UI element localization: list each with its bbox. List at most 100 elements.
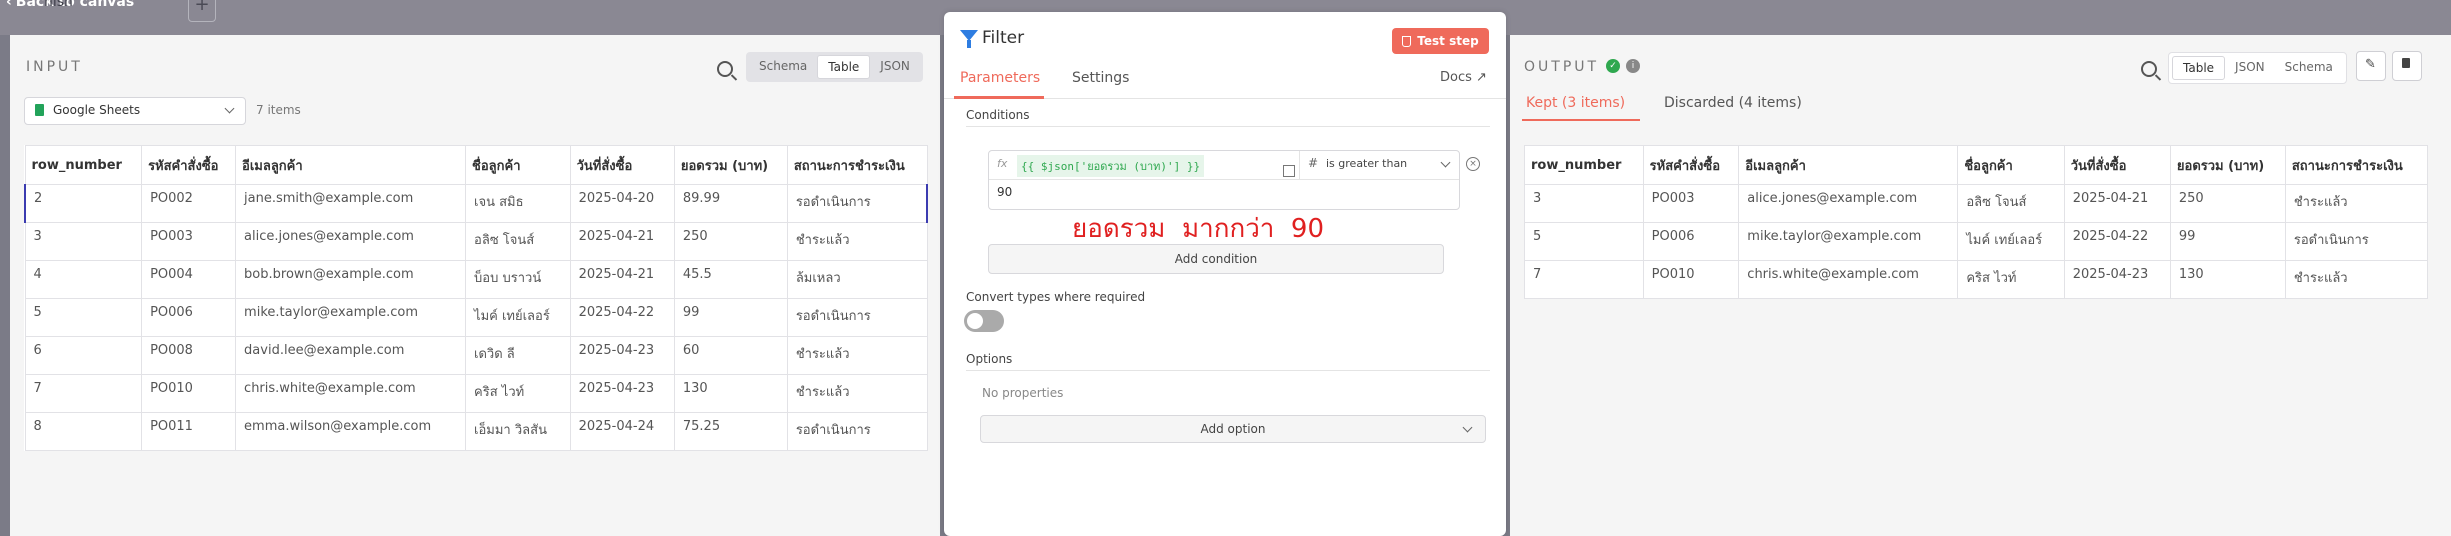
column-header[interactable]: ยอดรวม (บาท) [673, 145, 788, 185]
table-cell: บ็อบ บราวน์ [465, 260, 571, 299]
table-cell: รอดำเนินการ [2284, 222, 2429, 261]
view-json-button[interactable]: JSON [870, 55, 920, 79]
canvas-node-label: nish [44, 0, 73, 10]
view-schema-button[interactable]: Schema [749, 55, 817, 79]
remove-condition-icon[interactable]: × [1466, 157, 1480, 171]
table-row[interactable]: 7 PO010 chris.white@example.com คริส ไวท์ 20… [1524, 260, 2429, 299]
arrow-left-icon: ‹ [6, 0, 12, 10]
conditions-label: Conditions [966, 108, 1030, 122]
success-check-icon: ✓ [1606, 59, 1620, 73]
expression-field[interactable]: fx {{ $json['ยอดรวม (บาท)'] }} [989, 151, 1300, 180]
view-table-button[interactable]: Table [2172, 56, 2226, 80]
column-header[interactable]: วันที่สั่งซื้อ [2063, 145, 2171, 185]
table-cell: 8 [24, 412, 143, 451]
table-cell: PO010 [1642, 260, 1740, 299]
table-cell: PO011 [141, 412, 237, 451]
table-row[interactable]: 2 PO002 jane.smith@example.com เจน สมิธ 2025… [24, 184, 928, 223]
item-count: 7 items [256, 103, 301, 117]
table-cell: PO010 [141, 374, 237, 413]
expand-icon[interactable] [1283, 165, 1295, 177]
table-cell: 2025-04-23 [2063, 260, 2171, 299]
column-header[interactable]: สถานะการชำระเงิน [786, 145, 928, 185]
table-row[interactable]: 7 PO010 chris.white@example.com คริส ไวท์ 20… [24, 374, 928, 413]
column-header[interactable]: ยอดรวม (บาท) [2169, 145, 2286, 185]
table-cell: mike.taylor@example.com [1738, 222, 1959, 261]
search-icon[interactable] [717, 61, 733, 77]
column-header[interactable]: อีเมลลูกค้า [235, 145, 467, 185]
table-cell: 60 [673, 336, 788, 375]
search-icon[interactable] [2141, 61, 2157, 77]
column-header[interactable]: ชื่อลูกค้า [465, 145, 571, 185]
table-cell: ไมค์ เทย์เลอร์ [465, 298, 571, 337]
docs-link[interactable]: Docs ↗ [1440, 70, 1487, 85]
table-cell: 99 [2169, 222, 2286, 261]
pin-icon [2402, 58, 2410, 68]
add-condition-button[interactable]: Add condition [988, 244, 1444, 274]
chevron-down-icon [1462, 422, 1473, 433]
table-row[interactable]: 3 PO003 alice.jones@example.com อลิซ โจนส์ 2… [24, 222, 928, 261]
plus-icon: + [194, 0, 210, 15]
table-row[interactable]: 5 PO006 mike.taylor@example.com ไมค์ เทย์เล… [1524, 222, 2429, 261]
info-icon[interactable]: i [1626, 59, 1640, 73]
table-cell: เดวิด ลี [465, 336, 571, 375]
table-row[interactable]: 5 PO006 mike.taylor@example.com ไมค์ เทย์เล… [24, 298, 928, 337]
table-cell: เอ็มมา วิลสัน [465, 412, 571, 451]
operator-select[interactable]: # is greater than [1300, 151, 1459, 180]
table-cell: อลิซ โจนส์ [465, 222, 571, 261]
table-cell: alice.jones@example.com [235, 222, 467, 261]
table-cell: PO006 [141, 298, 237, 337]
table-cell: รอดำเนินการ [786, 184, 928, 223]
view-json-button[interactable]: JSON [2225, 56, 2275, 80]
view-table-button[interactable]: Table [817, 55, 871, 79]
column-header[interactable]: row_number [24, 145, 143, 185]
column-header[interactable]: row_number [1524, 145, 1644, 185]
chevron-down-icon [1440, 157, 1451, 168]
table-cell: 2025-04-20 [569, 184, 675, 223]
column-header[interactable]: สถานะการชำระเงิน [2284, 145, 2429, 185]
table-row[interactable]: 3 PO003 alice.jones@example.com อลิซ โจนส์ 2… [1524, 184, 2429, 223]
column-header[interactable]: อีเมลลูกค้า [1738, 145, 1959, 185]
value-field[interactable]: 90 [997, 185, 1012, 199]
tab-discarded[interactable]: Discarded (4 items) [1664, 95, 1802, 111]
column-header[interactable]: รหัสคำสั่งซื้อ [141, 145, 237, 185]
column-header[interactable]: ชื่อลูกค้า [1957, 145, 2065, 185]
table-row[interactable]: 6 PO008 david.lee@example.com เดวิด ลี 2025-… [24, 336, 928, 375]
source-select[interactable]: Google Sheets [24, 97, 246, 125]
table-cell: 3 [1524, 184, 1644, 223]
table-cell: 99 [673, 298, 788, 337]
tab-kept[interactable]: Kept (3 items) [1526, 95, 1625, 111]
handwritten-annotation: ยอดรวม มากกว่า 90 [1072, 214, 1325, 244]
table-cell: เจน สมิธ [465, 184, 571, 223]
add-option-select[interactable]: Add option [980, 415, 1486, 443]
input-panel: INPUT Schema Table JSON Google Sheets 7 … [10, 35, 940, 536]
tab-settings[interactable]: Settings [1072, 70, 1129, 86]
node-title: Filter [982, 28, 1025, 48]
divider [966, 126, 1490, 127]
table-cell: 45.5 [673, 260, 788, 299]
kept-tab-indicator [1522, 119, 1640, 121]
column-header[interactable]: วันที่สั่งซื้อ [569, 145, 675, 185]
table-cell: ล้มเหลว [786, 260, 928, 299]
google-sheets-icon [35, 104, 44, 116]
edit-output-button[interactable]: ✎ [2356, 51, 2386, 81]
add-node-button[interactable]: + [188, 0, 216, 22]
table-cell: 2025-04-21 [569, 222, 675, 261]
input-title: INPUT [26, 59, 83, 75]
table-cell: 250 [2169, 184, 2286, 223]
view-schema-button[interactable]: Schema [2275, 56, 2343, 80]
source-select-value: Google Sheets [53, 103, 141, 117]
convert-types-toggle[interactable] [964, 310, 1004, 332]
condition-row: fx {{ $json['ยอดรวม (บาท)'] }} # is grea… [988, 150, 1460, 210]
test-step-button[interactable]: Test step [1392, 28, 1489, 54]
tab-parameters[interactable]: Parameters [960, 70, 1040, 86]
table-cell: mike.taylor@example.com [235, 298, 467, 337]
table-cell: คริส ไวท์ [1957, 260, 2065, 299]
pin-data-button[interactable] [2392, 51, 2422, 81]
table-row[interactable]: 8 PO011 emma.wilson@example.com เอ็มมา วิลส… [24, 412, 928, 451]
table-row[interactable]: 4 PO004 bob.brown@example.com บ็อบ บราวน์ 20… [24, 260, 928, 299]
table-cell: 2025-04-22 [569, 298, 675, 337]
pencil-icon: ✎ [2365, 57, 2376, 72]
table-cell: PO002 [141, 184, 237, 223]
column-header[interactable]: รหัสคำสั่งซื้อ [1642, 145, 1740, 185]
table-cell: 5 [1524, 222, 1644, 261]
